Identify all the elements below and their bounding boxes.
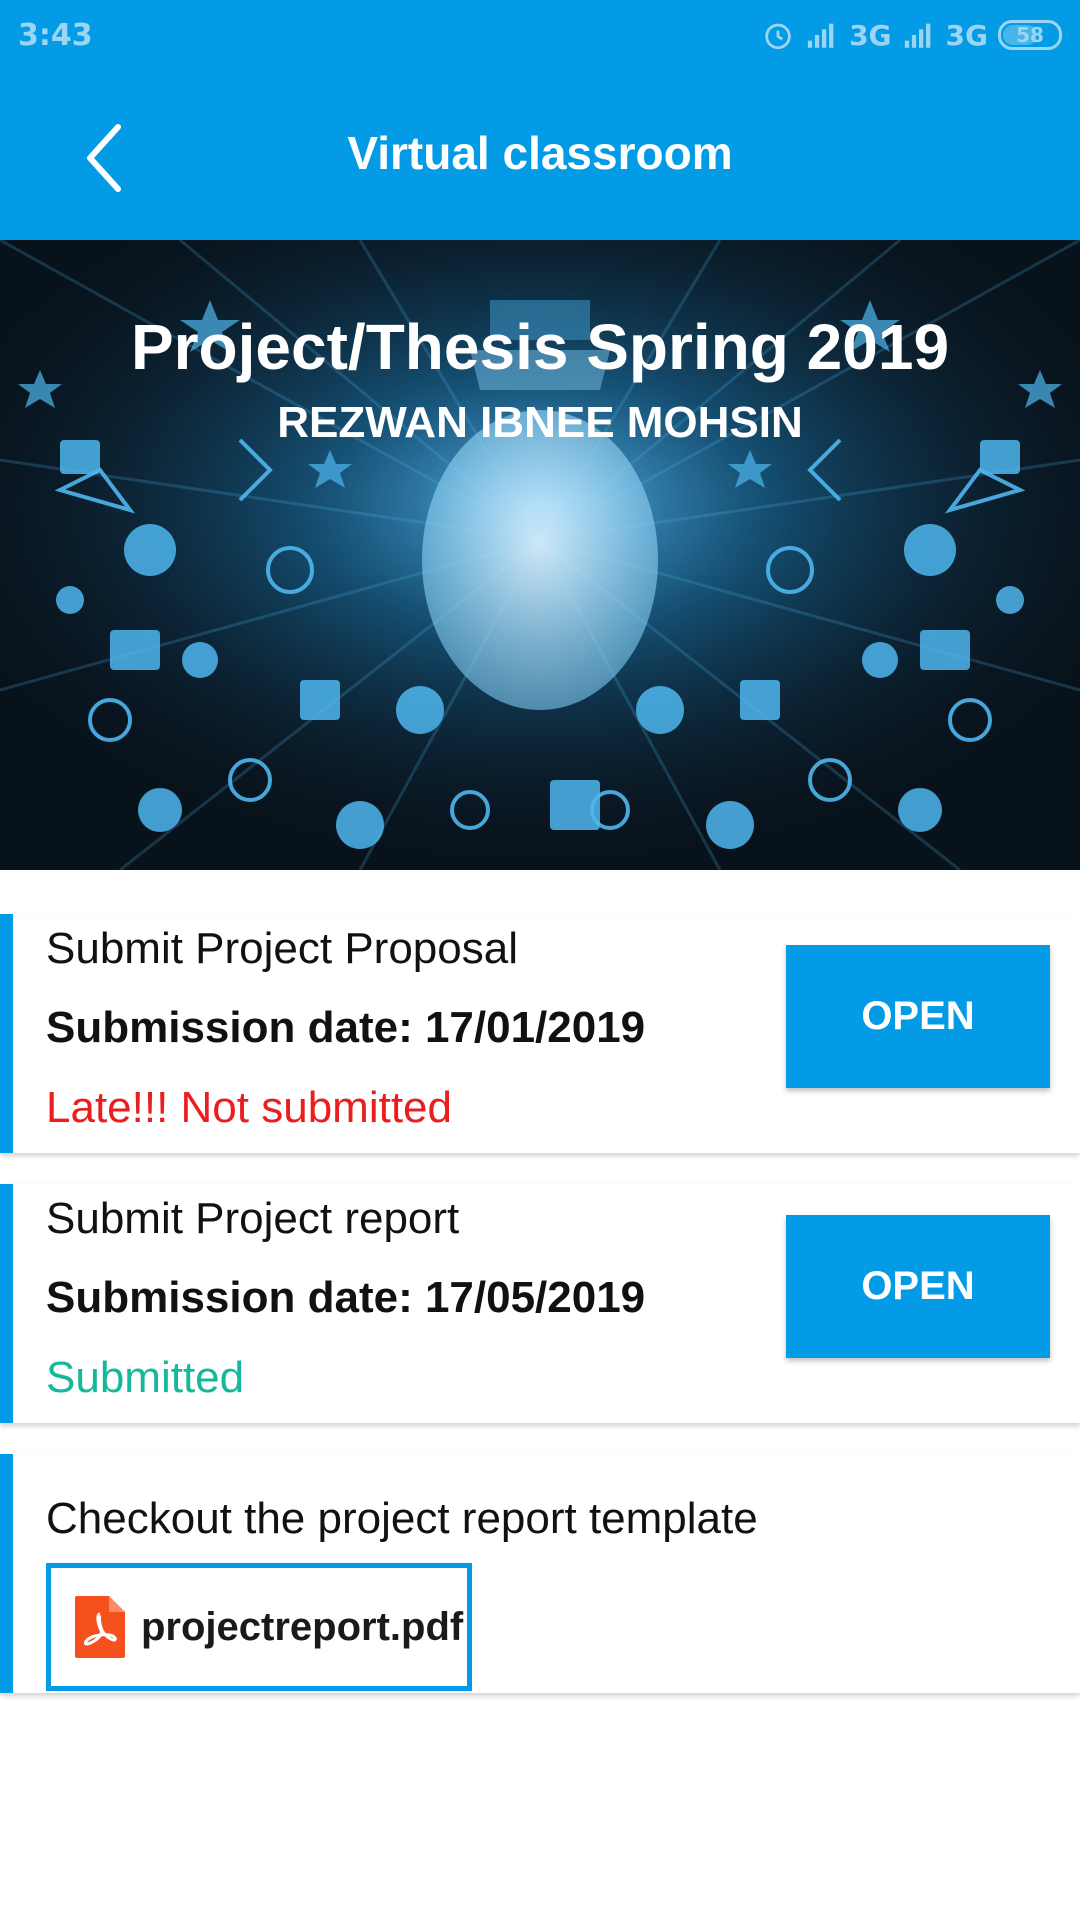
open-button[interactable]: OPEN (786, 1215, 1050, 1358)
submission-date: Submission date: 17/01/2019 (46, 1003, 646, 1052)
submission-status: Late!!! Not submitted (46, 1083, 452, 1132)
assignment-card: Submit Project Proposal Submission date:… (0, 914, 1080, 1153)
signal-icon-2 (904, 23, 930, 48)
status-time: 3:43 (18, 18, 93, 53)
pdf-attachment[interactable]: projectreport.pdf (46, 1563, 472, 1691)
pdf-file-icon (75, 1596, 125, 1658)
course-title: Project/Thesis Spring 2019 (130, 311, 950, 383)
battery-level: 58 (1016, 23, 1044, 47)
assignment-title: Submit Project report (46, 1194, 460, 1243)
open-button[interactable]: OPEN (786, 945, 1050, 1088)
alarm-icon (765, 23, 791, 50)
course-owner: REZWAN IBNEE MOHSIN (277, 398, 803, 447)
submission-status: Submitted (46, 1353, 245, 1402)
battery-icon: 58 (998, 20, 1062, 50)
template-title: Checkout the project report template (46, 1494, 758, 1543)
template-card: Checkout the project report template pro… (0, 1454, 1080, 1693)
assignment-card: Submit Project report Submission date: 1… (0, 1184, 1080, 1423)
status-bar: 3:43 3G 3G 58 (0, 0, 1080, 74)
file-name: projectreport.pdf (141, 1604, 464, 1649)
app-bar: Virtual classroom (0, 74, 1080, 240)
course-banner: Project/Thesis Spring 2019 REZWAN IBNEE … (0, 240, 1080, 870)
status-icons: 3G 3G 58 (761, 18, 1062, 52)
page-title: Virtual classroom (347, 127, 733, 179)
signal-icon (807, 23, 834, 48)
network-type-2: 3G (945, 18, 988, 52)
submission-date: Submission date: 17/05/2019 (46, 1273, 646, 1322)
network-type-1: 3G (849, 18, 892, 52)
app-root: 3:43 3G 3G 58 Virtual classroom Project/… (0, 0, 1080, 1920)
assignment-title: Submit Project Proposal (46, 924, 518, 973)
